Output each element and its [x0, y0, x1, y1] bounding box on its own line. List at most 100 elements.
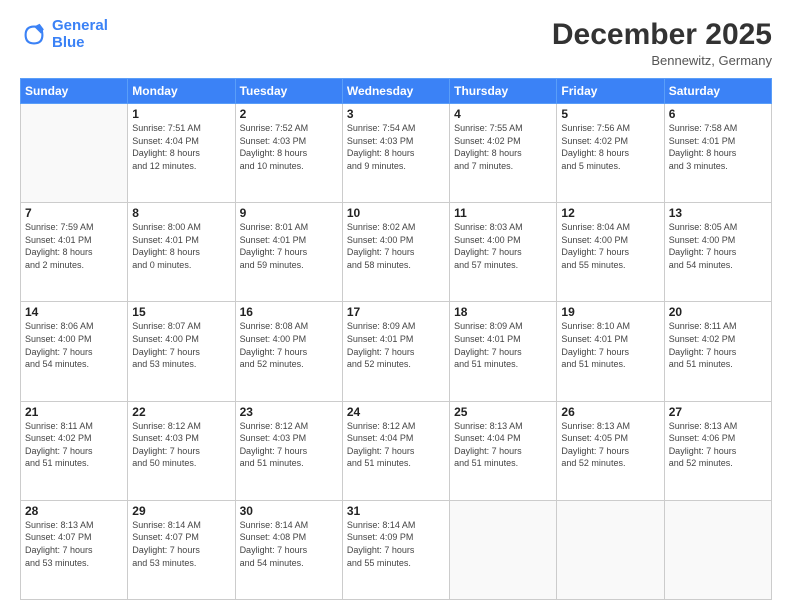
day-number: 17 — [347, 305, 445, 319]
day-number: 6 — [669, 107, 767, 121]
logo: General Blue — [20, 18, 108, 51]
calendar-cell: 7Sunrise: 7:59 AM Sunset: 4:01 PM Daylig… — [21, 203, 128, 302]
day-info: Sunrise: 8:14 AM Sunset: 4:08 PM Dayligh… — [240, 519, 338, 569]
calendar-cell: 18Sunrise: 8:09 AM Sunset: 4:01 PM Dayli… — [450, 302, 557, 401]
calendar-cell: 31Sunrise: 8:14 AM Sunset: 4:09 PM Dayli… — [342, 500, 449, 599]
day-number: 22 — [132, 405, 230, 419]
day-info: Sunrise: 7:55 AM Sunset: 4:02 PM Dayligh… — [454, 122, 552, 172]
day-number: 25 — [454, 405, 552, 419]
day-number: 21 — [25, 405, 123, 419]
calendar-week-1: 1Sunrise: 7:51 AM Sunset: 4:04 PM Daylig… — [21, 104, 772, 203]
title-block: December 2025 Bennewitz, Germany — [552, 18, 772, 68]
calendar-cell: 19Sunrise: 8:10 AM Sunset: 4:01 PM Dayli… — [557, 302, 664, 401]
day-number: 27 — [669, 405, 767, 419]
calendar-cell: 5Sunrise: 7:56 AM Sunset: 4:02 PM Daylig… — [557, 104, 664, 203]
day-number: 5 — [561, 107, 659, 121]
day-info: Sunrise: 7:56 AM Sunset: 4:02 PM Dayligh… — [561, 122, 659, 172]
calendar-cell: 4Sunrise: 7:55 AM Sunset: 4:02 PM Daylig… — [450, 104, 557, 203]
day-info: Sunrise: 7:52 AM Sunset: 4:03 PM Dayligh… — [240, 122, 338, 172]
day-info: Sunrise: 8:09 AM Sunset: 4:01 PM Dayligh… — [454, 320, 552, 370]
calendar-cell — [664, 500, 771, 599]
calendar-header-row: SundayMondayTuesdayWednesdayThursdayFrid… — [21, 79, 772, 104]
day-info: Sunrise: 7:54 AM Sunset: 4:03 PM Dayligh… — [347, 122, 445, 172]
calendar-cell: 21Sunrise: 8:11 AM Sunset: 4:02 PM Dayli… — [21, 401, 128, 500]
day-number: 2 — [240, 107, 338, 121]
day-info: Sunrise: 8:05 AM Sunset: 4:00 PM Dayligh… — [669, 221, 767, 271]
calendar-week-4: 21Sunrise: 8:11 AM Sunset: 4:02 PM Dayli… — [21, 401, 772, 500]
day-info: Sunrise: 7:59 AM Sunset: 4:01 PM Dayligh… — [25, 221, 123, 271]
day-info: Sunrise: 8:12 AM Sunset: 4:03 PM Dayligh… — [132, 420, 230, 470]
calendar-cell: 15Sunrise: 8:07 AM Sunset: 4:00 PM Dayli… — [128, 302, 235, 401]
day-number: 19 — [561, 305, 659, 319]
day-info: Sunrise: 8:00 AM Sunset: 4:01 PM Dayligh… — [132, 221, 230, 271]
header: General Blue December 2025 Bennewitz, Ge… — [20, 18, 772, 68]
day-number: 8 — [132, 206, 230, 220]
day-number: 29 — [132, 504, 230, 518]
day-number: 3 — [347, 107, 445, 121]
day-info: Sunrise: 8:13 AM Sunset: 4:04 PM Dayligh… — [454, 420, 552, 470]
day-info: Sunrise: 8:10 AM Sunset: 4:01 PM Dayligh… — [561, 320, 659, 370]
day-info: Sunrise: 7:51 AM Sunset: 4:04 PM Dayligh… — [132, 122, 230, 172]
calendar-cell: 9Sunrise: 8:01 AM Sunset: 4:01 PM Daylig… — [235, 203, 342, 302]
calendar-cell: 26Sunrise: 8:13 AM Sunset: 4:05 PM Dayli… — [557, 401, 664, 500]
day-info: Sunrise: 8:08 AM Sunset: 4:00 PM Dayligh… — [240, 320, 338, 370]
day-info: Sunrise: 7:58 AM Sunset: 4:01 PM Dayligh… — [669, 122, 767, 172]
day-number: 23 — [240, 405, 338, 419]
calendar-cell: 1Sunrise: 7:51 AM Sunset: 4:04 PM Daylig… — [128, 104, 235, 203]
calendar-header-sunday: Sunday — [21, 79, 128, 104]
calendar-cell: 27Sunrise: 8:13 AM Sunset: 4:06 PM Dayli… — [664, 401, 771, 500]
day-number: 1 — [132, 107, 230, 121]
main-title: December 2025 — [552, 18, 772, 51]
logo-icon — [20, 21, 48, 49]
day-number: 7 — [25, 206, 123, 220]
calendar-cell: 28Sunrise: 8:13 AM Sunset: 4:07 PM Dayli… — [21, 500, 128, 599]
calendar-cell: 16Sunrise: 8:08 AM Sunset: 4:00 PM Dayli… — [235, 302, 342, 401]
calendar-cell — [450, 500, 557, 599]
day-info: Sunrise: 8:14 AM Sunset: 4:09 PM Dayligh… — [347, 519, 445, 569]
day-info: Sunrise: 8:09 AM Sunset: 4:01 PM Dayligh… — [347, 320, 445, 370]
calendar-cell: 22Sunrise: 8:12 AM Sunset: 4:03 PM Dayli… — [128, 401, 235, 500]
calendar-cell: 3Sunrise: 7:54 AM Sunset: 4:03 PM Daylig… — [342, 104, 449, 203]
day-info: Sunrise: 8:13 AM Sunset: 4:05 PM Dayligh… — [561, 420, 659, 470]
calendar-cell: 20Sunrise: 8:11 AM Sunset: 4:02 PM Dayli… — [664, 302, 771, 401]
day-number: 18 — [454, 305, 552, 319]
day-info: Sunrise: 8:13 AM Sunset: 4:07 PM Dayligh… — [25, 519, 123, 569]
day-info: Sunrise: 8:06 AM Sunset: 4:00 PM Dayligh… — [25, 320, 123, 370]
day-info: Sunrise: 8:12 AM Sunset: 4:04 PM Dayligh… — [347, 420, 445, 470]
calendar-cell: 13Sunrise: 8:05 AM Sunset: 4:00 PM Dayli… — [664, 203, 771, 302]
calendar-cell: 24Sunrise: 8:12 AM Sunset: 4:04 PM Dayli… — [342, 401, 449, 500]
logo-text: General Blue — [52, 18, 108, 51]
day-info: Sunrise: 8:02 AM Sunset: 4:00 PM Dayligh… — [347, 221, 445, 271]
day-number: 15 — [132, 305, 230, 319]
day-info: Sunrise: 8:01 AM Sunset: 4:01 PM Dayligh… — [240, 221, 338, 271]
day-number: 31 — [347, 504, 445, 518]
calendar-cell: 12Sunrise: 8:04 AM Sunset: 4:00 PM Dayli… — [557, 203, 664, 302]
day-number: 4 — [454, 107, 552, 121]
logo-general: General — [52, 17, 108, 34]
day-number: 11 — [454, 206, 552, 220]
calendar-cell — [557, 500, 664, 599]
calendar-cell: 2Sunrise: 7:52 AM Sunset: 4:03 PM Daylig… — [235, 104, 342, 203]
calendar-week-3: 14Sunrise: 8:06 AM Sunset: 4:00 PM Dayli… — [21, 302, 772, 401]
calendar-cell: 14Sunrise: 8:06 AM Sunset: 4:00 PM Dayli… — [21, 302, 128, 401]
day-number: 9 — [240, 206, 338, 220]
day-number: 12 — [561, 206, 659, 220]
day-number: 10 — [347, 206, 445, 220]
page: General Blue December 2025 Bennewitz, Ge… — [0, 0, 792, 612]
calendar-cell — [21, 104, 128, 203]
calendar-header-saturday: Saturday — [664, 79, 771, 104]
subtitle: Bennewitz, Germany — [552, 53, 772, 68]
day-number: 13 — [669, 206, 767, 220]
day-info: Sunrise: 8:04 AM Sunset: 4:00 PM Dayligh… — [561, 221, 659, 271]
calendar-cell: 10Sunrise: 8:02 AM Sunset: 4:00 PM Dayli… — [342, 203, 449, 302]
calendar-cell: 23Sunrise: 8:12 AM Sunset: 4:03 PM Dayli… — [235, 401, 342, 500]
calendar-cell: 8Sunrise: 8:00 AM Sunset: 4:01 PM Daylig… — [128, 203, 235, 302]
calendar-week-5: 28Sunrise: 8:13 AM Sunset: 4:07 PM Dayli… — [21, 500, 772, 599]
day-number: 16 — [240, 305, 338, 319]
calendar-header-thursday: Thursday — [450, 79, 557, 104]
day-number: 28 — [25, 504, 123, 518]
logo-blue: Blue — [52, 34, 85, 51]
day-info: Sunrise: 8:13 AM Sunset: 4:06 PM Dayligh… — [669, 420, 767, 470]
day-number: 30 — [240, 504, 338, 518]
day-number: 24 — [347, 405, 445, 419]
